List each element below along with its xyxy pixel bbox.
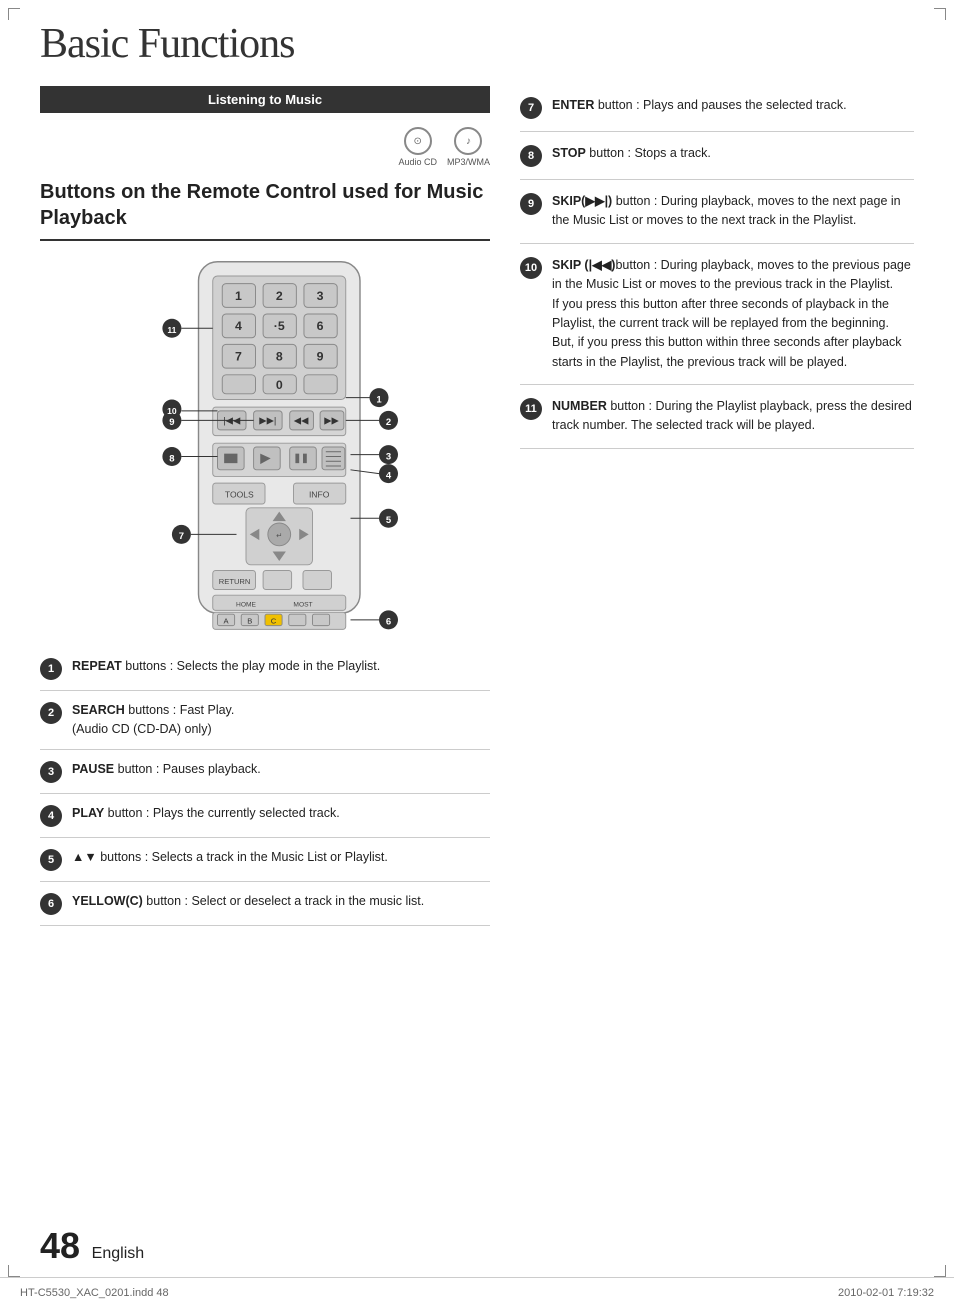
- svg-text:◀◀: ◀◀: [294, 415, 309, 426]
- list-item: 3 PAUSE button : Pauses playback.: [40, 750, 490, 794]
- item-number: 1: [40, 658, 62, 680]
- item-text: SKIP(▶▶|) button : During playback, move…: [552, 192, 914, 231]
- svg-text:10: 10: [167, 406, 177, 416]
- item-text: ENTER button : Plays and pauses the sele…: [552, 96, 914, 115]
- page: Basic Functions Listening to Music ⊙ Aud…: [0, 0, 954, 1307]
- svg-text:INFO: INFO: [309, 489, 330, 499]
- corner-mark-br: [934, 1265, 946, 1277]
- svg-text:3: 3: [386, 451, 391, 462]
- item-number: 5: [40, 849, 62, 871]
- item-number: 4: [40, 805, 62, 827]
- svg-text:·5: ·5: [274, 319, 285, 333]
- page-title: Basic Functions: [40, 20, 914, 68]
- item-text: NUMBER button : During the Playlist play…: [552, 397, 914, 436]
- item-number: 7: [520, 97, 542, 119]
- list-item: 9 SKIP(▶▶|) button : During playback, mov…: [520, 180, 914, 244]
- remote-container: 1 2 3 4 ·5 6: [40, 257, 490, 637]
- audio-cd-icon-badge: ⊙ Audio CD: [398, 127, 437, 167]
- item-text: PLAY button : Plays the currently select…: [72, 804, 490, 823]
- svg-text:MOST: MOST: [293, 602, 312, 609]
- svg-text:7: 7: [179, 531, 184, 542]
- svg-text:HOME: HOME: [236, 602, 256, 609]
- corner-mark-bl: [8, 1265, 20, 1277]
- svg-text:11: 11: [167, 325, 176, 335]
- svg-text:RETURN: RETURN: [219, 577, 251, 586]
- corner-mark-tr: [934, 8, 946, 20]
- mp3-icon: ♪: [454, 127, 482, 155]
- svg-text:1: 1: [235, 289, 242, 303]
- mp3-label: MP3/WMA: [447, 157, 490, 167]
- svg-text:↵: ↵: [276, 531, 282, 540]
- page-language: English: [92, 1245, 144, 1262]
- page-number-box: 48 English: [40, 1225, 144, 1267]
- item-number: 9: [520, 193, 542, 215]
- svg-text:2: 2: [276, 289, 283, 303]
- svg-text:2: 2: [386, 417, 391, 428]
- svg-text:8: 8: [276, 350, 283, 364]
- svg-text:4: 4: [235, 319, 242, 333]
- svg-text:9: 9: [317, 350, 324, 364]
- left-items-list: 1 REPEAT buttons : Selects the play mode …: [40, 647, 490, 926]
- list-item: 10 SKIP (|◀◀)button : During playback, mo…: [520, 244, 914, 385]
- section-header: Listening to Music: [40, 86, 490, 113]
- svg-text:▶▶|: ▶▶|: [259, 415, 276, 426]
- item-text: SEARCH buttons : Fast Play.(Audio CD (CD…: [72, 701, 490, 739]
- svg-text:8: 8: [169, 453, 174, 464]
- svg-text:4: 4: [386, 470, 392, 481]
- sub-heading: Buttons on the Remote Control used for M…: [40, 179, 490, 241]
- item-text: ▲▼ buttons : Selects a track in the Musi…: [72, 848, 490, 867]
- svg-text:C: C: [271, 617, 277, 626]
- svg-text:▶▶: ▶▶: [324, 415, 339, 426]
- page-number: 48: [40, 1225, 80, 1266]
- item-number: 2: [40, 702, 62, 724]
- item-number: 11: [520, 398, 542, 420]
- list-item: 7 ENTER button : Plays and pauses the sel…: [520, 96, 914, 132]
- item-text: REPEAT buttons : Selects the play mode i…: [72, 657, 490, 676]
- svg-text:9: 9: [169, 417, 174, 428]
- svg-text:7: 7: [235, 350, 242, 364]
- svg-text:3: 3: [317, 289, 324, 303]
- audio-cd-label: Audio CD: [398, 157, 437, 167]
- item-text: STOP button : Stops a track.: [552, 144, 914, 163]
- footer: HT-C5530_XAC_0201.indd 48 2010-02-01 7:1…: [0, 1277, 954, 1307]
- list-item: 4 PLAY button : Plays the currently selec…: [40, 794, 490, 838]
- icons-row: ⊙ Audio CD ♪ MP3/WMA: [40, 127, 490, 167]
- svg-text:B: B: [247, 617, 252, 626]
- right-items-list: 7 ENTER button : Plays and pauses the sel…: [520, 96, 914, 449]
- item-number: 6: [40, 893, 62, 915]
- item-number: 3: [40, 761, 62, 783]
- svg-text:5: 5: [386, 515, 392, 526]
- main-content: Listening to Music ⊙ Audio CD ♪ MP3/WMA …: [40, 86, 914, 926]
- svg-text:6: 6: [317, 319, 324, 333]
- svg-text:6: 6: [386, 617, 391, 628]
- left-column: Listening to Music ⊙ Audio CD ♪ MP3/WMA …: [40, 86, 490, 926]
- list-item: 1 REPEAT buttons : Selects the play mode …: [40, 647, 490, 691]
- list-item: 6 YELLOW(C) button : Select or deselect a…: [40, 882, 490, 926]
- item-text: YELLOW(C) button : Select or deselect a …: [72, 892, 490, 911]
- footer-right: 2010-02-01 7:19:32: [838, 1287, 934, 1299]
- svg-text:0: 0: [276, 378, 283, 392]
- item-number: 8: [520, 145, 542, 167]
- list-item: 8 STOP button : Stops a track.: [520, 132, 914, 180]
- footer-left: HT-C5530_XAC_0201.indd 48: [20, 1287, 169, 1299]
- item-text: PAUSE button : Pauses playback.: [72, 760, 490, 779]
- item-number: 10: [520, 257, 542, 279]
- svg-text:TOOLS: TOOLS: [225, 489, 254, 499]
- right-column: 7 ENTER button : Plays and pauses the sel…: [520, 86, 914, 926]
- remote-svg: 1 2 3 4 ·5 6: [105, 257, 425, 637]
- audio-cd-icon: ⊙: [404, 127, 432, 155]
- list-item: 5 ▲▼ buttons : Selects a track in the Mus…: [40, 838, 490, 882]
- list-item: 2 SEARCH buttons : Fast Play.(Audio CD (C…: [40, 691, 490, 750]
- corner-mark-tl: [8, 8, 20, 20]
- list-item: 11 NUMBER button : During the Playlist pl…: [520, 385, 914, 449]
- svg-text:1: 1: [376, 394, 382, 405]
- item-text: SKIP (|◀◀)button : During playback, move…: [552, 256, 914, 372]
- mp3-icon-badge: ♪ MP3/WMA: [447, 127, 490, 167]
